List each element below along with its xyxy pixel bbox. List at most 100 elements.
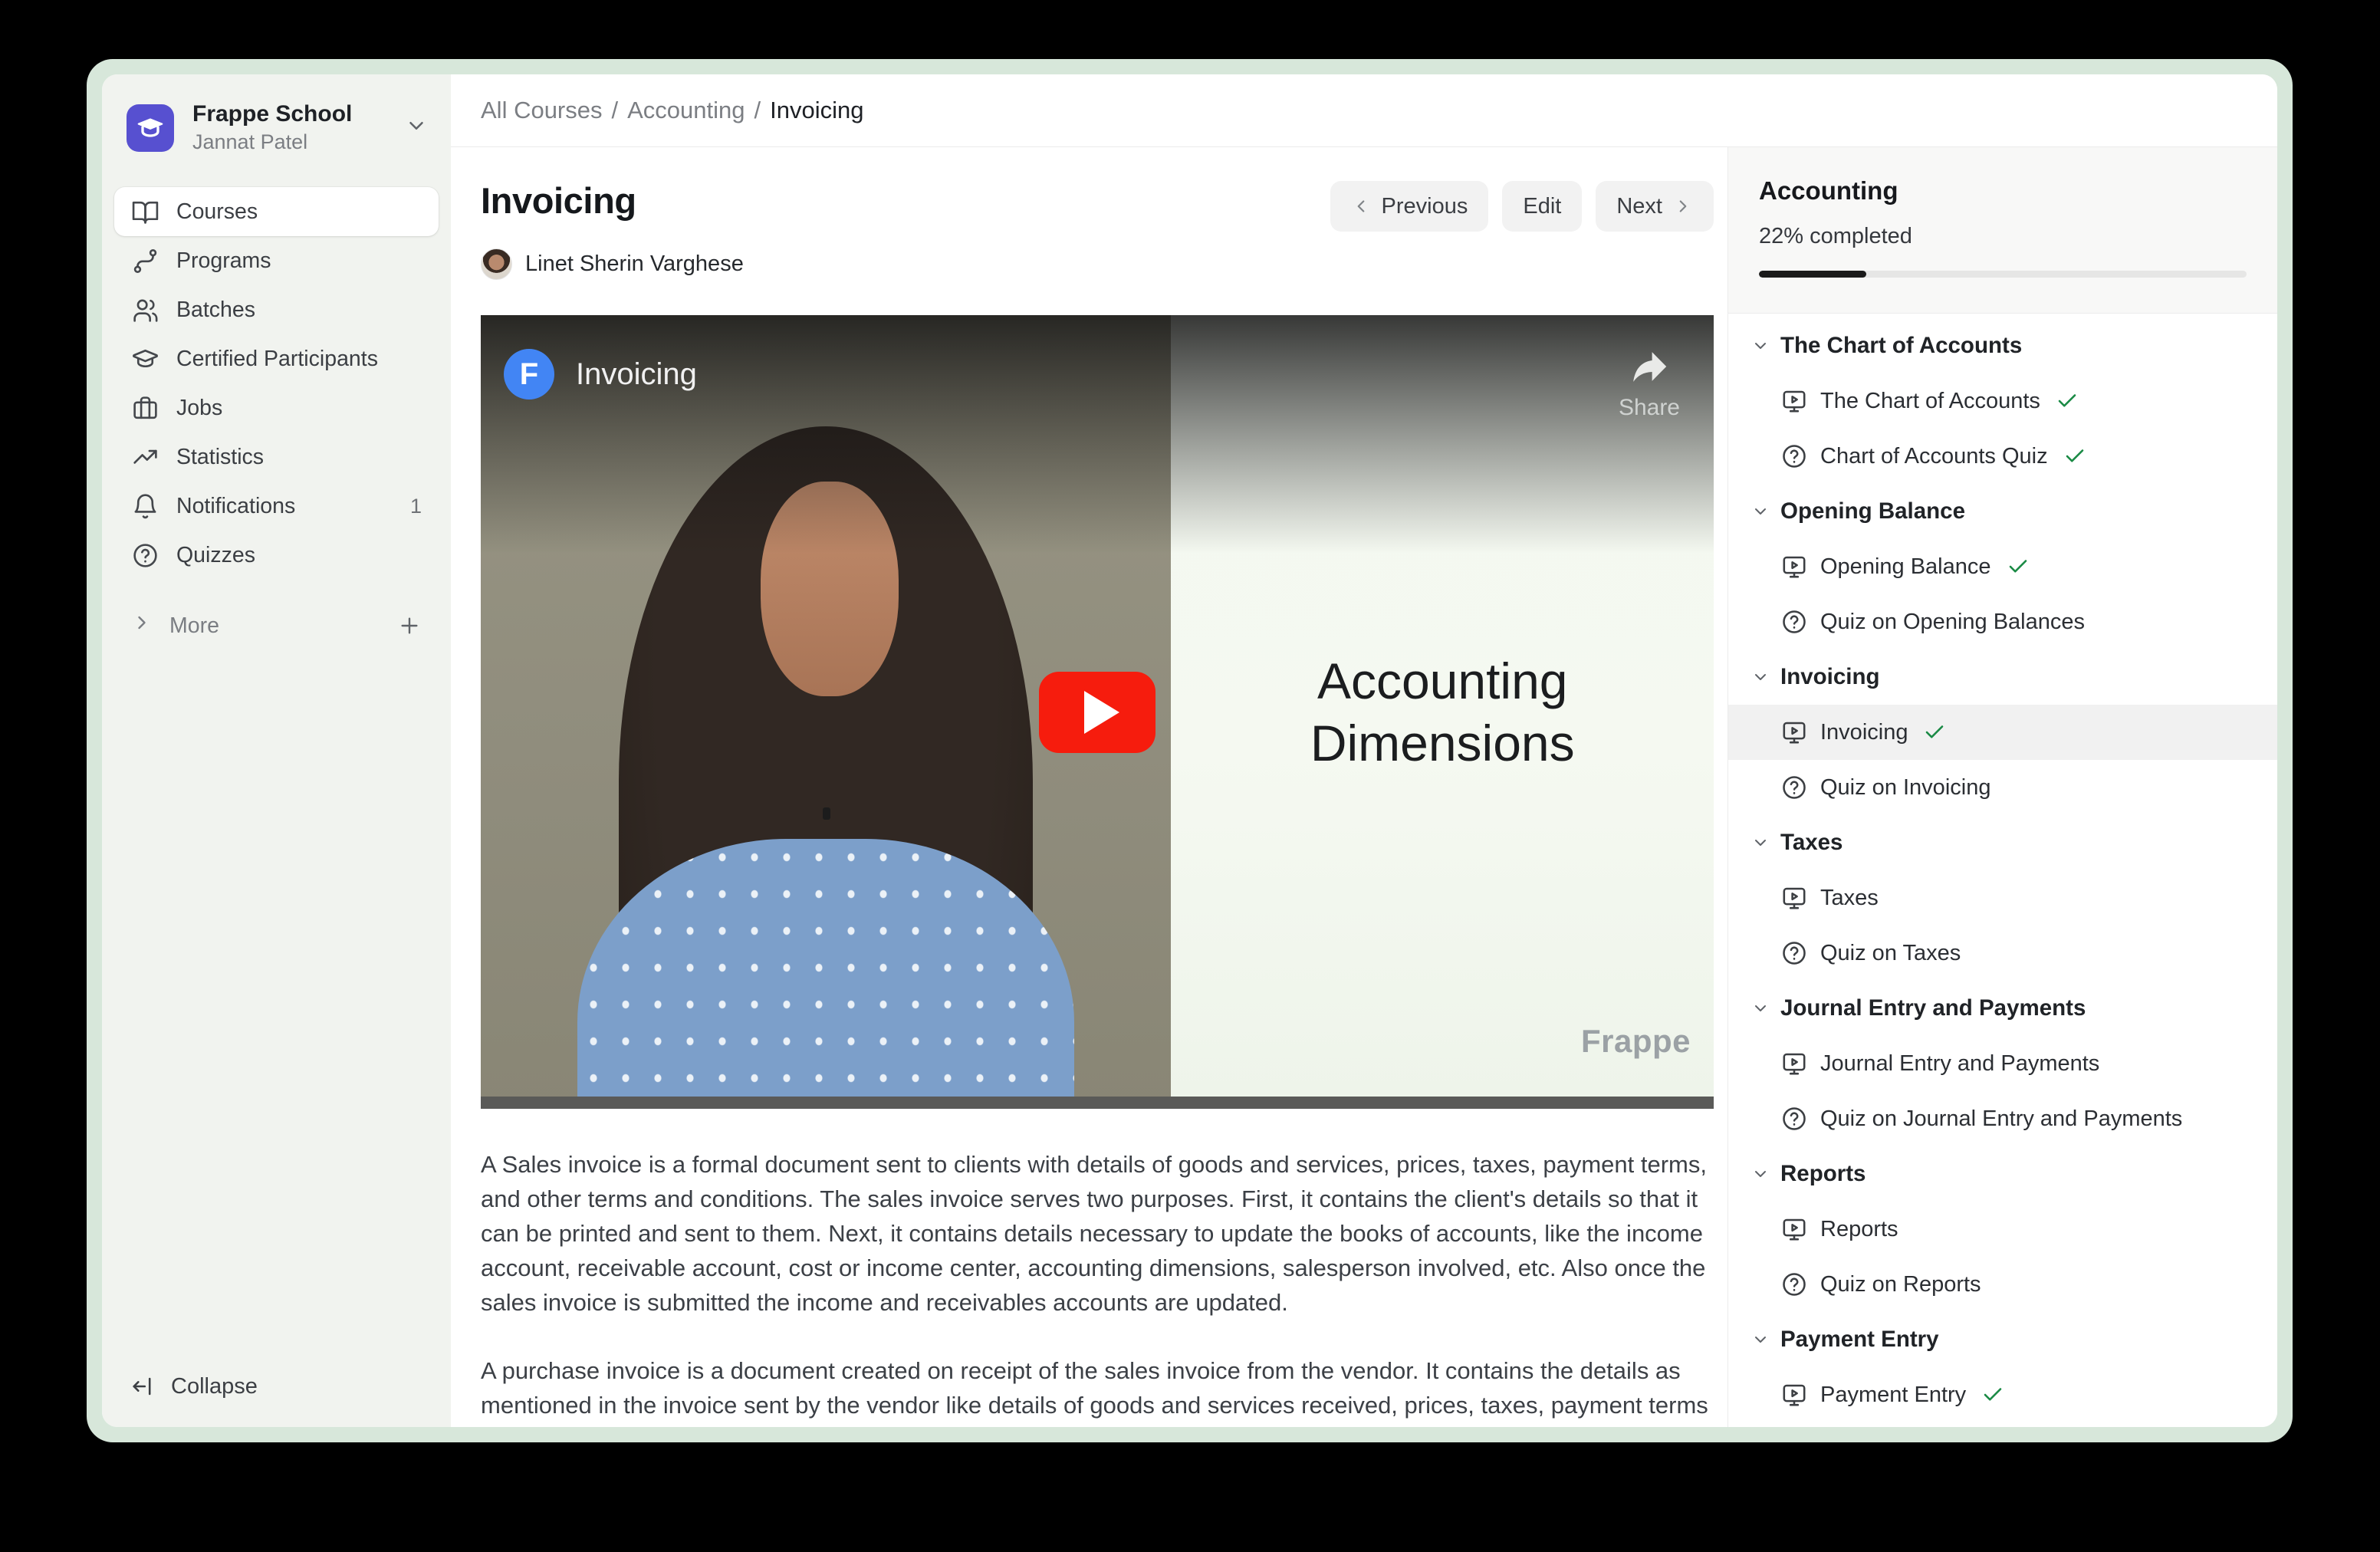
help-circle-icon (1780, 442, 1808, 470)
lesson-row[interactable]: Taxes (1728, 870, 2277, 926)
chevron-down-icon (1751, 668, 1770, 686)
collapse-left-icon (130, 1373, 156, 1399)
youtube-play-button[interactable] (1039, 672, 1155, 753)
main-column: All Courses / Accounting / Invoicing Inv… (451, 74, 2277, 1427)
help-circle-icon (1780, 939, 1808, 967)
app-frame: Frappe School Jannat Patel Courses Progr… (87, 59, 2293, 1442)
monitor-play-icon (1780, 553, 1808, 580)
lesson-row[interactable]: Quiz on Journal Entry and Payments (1728, 1091, 2277, 1146)
chevron-down-icon (1751, 834, 1770, 852)
help-circle-icon (1780, 1105, 1808, 1133)
chevron-down-icon (1751, 999, 1770, 1018)
lesson-row[interactable]: Reports (1728, 1202, 2277, 1257)
share-arrow-icon (1627, 344, 1672, 389)
breadcrumb-separator: / (612, 97, 619, 124)
workspace-switcher[interactable]: Frappe School Jannat Patel (102, 74, 451, 176)
progress-label: 22% completed (1759, 224, 2247, 249)
play-icon (1084, 691, 1119, 734)
video-title-overlay: Invoicing (576, 357, 697, 392)
chevron-right-icon (1673, 196, 1693, 216)
bell-icon (131, 492, 159, 521)
chevron-right-icon (131, 612, 153, 640)
next-button[interactable]: Next (1596, 181, 1714, 232)
chevron-down-icon (1751, 337, 1770, 355)
sidebar-footer: Collapse (102, 1373, 451, 1427)
progress-fill (1759, 271, 1866, 278)
help-circle-icon (1780, 774, 1808, 801)
monitor-play-icon (1780, 1215, 1808, 1243)
chapter-row[interactable]: Payment Entry (1728, 1312, 2277, 1367)
author-avatar (481, 248, 512, 280)
sidebar-nav: Courses Programs Batches Certified Parti… (102, 176, 451, 580)
lesson-row[interactable]: Opening Balance (1728, 539, 2277, 594)
lesson-row[interactable]: Journal Entry and Payments (1728, 1036, 2277, 1091)
check-icon (1981, 1383, 2004, 1406)
chevron-down-icon (1751, 1165, 1770, 1183)
sidebar-item-batches[interactable]: Batches (114, 285, 439, 334)
paragraph: A purchase invoice is a document created… (481, 1353, 1714, 1427)
users-icon (131, 296, 159, 324)
sidebar-item-jobs[interactable]: Jobs (114, 383, 439, 432)
chapter-row[interactable]: Invoicing (1728, 649, 2277, 705)
graduation-cap-icon (131, 345, 159, 373)
breadcrumb-accounting[interactable]: Accounting (627, 97, 745, 124)
route-icon (131, 247, 159, 275)
chapter-row[interactable]: Opening Balance (1728, 484, 2277, 539)
lesson-row[interactable]: Quiz on Invoicing (1728, 760, 2277, 815)
screen: Frappe School Jannat Patel Courses Progr… (0, 0, 2380, 1552)
previous-button[interactable]: Previous (1330, 181, 1489, 232)
sidebar-item-notifications[interactable]: Notifications 1 (114, 482, 439, 531)
briefcase-icon (131, 394, 159, 423)
lesson-row[interactable]: The Chart of Accounts (1728, 373, 2277, 429)
course-outline-panel: Accounting 22% completed The Chart of Ac… (1727, 147, 2277, 1427)
workspace-labels: Frappe School Jannat Patel (192, 100, 352, 155)
book-open-icon (131, 198, 159, 226)
breadcrumb-current: Invoicing (770, 97, 863, 124)
monitor-play-icon (1780, 1381, 1808, 1409)
video-progress-bar[interactable] (481, 1097, 1714, 1109)
lesson-row[interactable]: Quiz on Taxes (1728, 926, 2277, 981)
frappe-school-logo-icon (127, 104, 174, 152)
sidebar-item-courses[interactable]: Courses (114, 187, 439, 236)
lesson-row[interactable]: Quiz on Opening Balances (1728, 594, 2277, 649)
breadcrumb-all-courses[interactable]: All Courses (481, 97, 603, 124)
chapter-row[interactable]: Journal Entry and Payments (1728, 981, 2277, 1036)
chapter-row[interactable]: The Chart of Accounts (1728, 318, 2277, 373)
sidebar-item-statistics[interactable]: Statistics (114, 432, 439, 482)
workspace-title: Frappe School (192, 100, 352, 127)
channel-avatar: F (504, 349, 554, 400)
lesson-row[interactable]: Payment Entry (1728, 1367, 2277, 1422)
edit-button[interactable]: Edit (1502, 181, 1582, 232)
more-label: More (169, 613, 219, 639)
monitor-play-icon (1780, 1050, 1808, 1077)
course-progress-header: Accounting 22% completed (1728, 147, 2277, 314)
collapse-sidebar-button[interactable]: Collapse (130, 1373, 423, 1399)
breadcrumb-separator: / (754, 97, 761, 124)
slide-title: Accounting Dimensions (1310, 650, 1575, 774)
share-button[interactable]: Share (1619, 344, 1680, 421)
lesson-header: Invoicing Previous Edit Nex (481, 179, 1714, 232)
content-row: Invoicing Previous Edit Nex (451, 147, 2277, 1427)
sidebar-item-more[interactable]: More (114, 601, 439, 650)
chapter-row[interactable]: Taxes (1728, 815, 2277, 870)
lesson-article: A Sales invoice is a formal document sen… (481, 1147, 1714, 1427)
video-player[interactable]: Accounting Dimensions F Invoicing (481, 315, 1714, 1109)
progress-track (1759, 271, 2247, 278)
lesson-row[interactable]: Chart of Accounts Quiz (1728, 429, 2277, 484)
chevron-down-icon[interactable] (405, 114, 428, 141)
monitor-play-icon (1780, 718, 1808, 746)
video-channel[interactable]: F Invoicing (504, 349, 697, 400)
lesson-row[interactable]: Invoicing (1728, 705, 2277, 760)
chevron-down-icon (1751, 502, 1770, 521)
sidebar-item-certified-participants[interactable]: Certified Participants (114, 334, 439, 383)
sidebar-item-quizzes[interactable]: Quizzes (114, 531, 439, 580)
help-circle-icon (1780, 1271, 1808, 1298)
breadcrumb-bar: All Courses / Accounting / Invoicing (451, 74, 2277, 147)
lesson-row[interactable]: Quiz on Reports (1728, 1257, 2277, 1312)
chevron-left-icon (1351, 196, 1371, 216)
plus-icon[interactable] (397, 613, 422, 638)
sidebar-item-programs[interactable]: Programs (114, 236, 439, 285)
help-circle-icon (131, 541, 159, 570)
lesson-toolbar: Previous Edit Next (1330, 181, 1714, 232)
chapter-row[interactable]: Reports (1728, 1146, 2277, 1202)
